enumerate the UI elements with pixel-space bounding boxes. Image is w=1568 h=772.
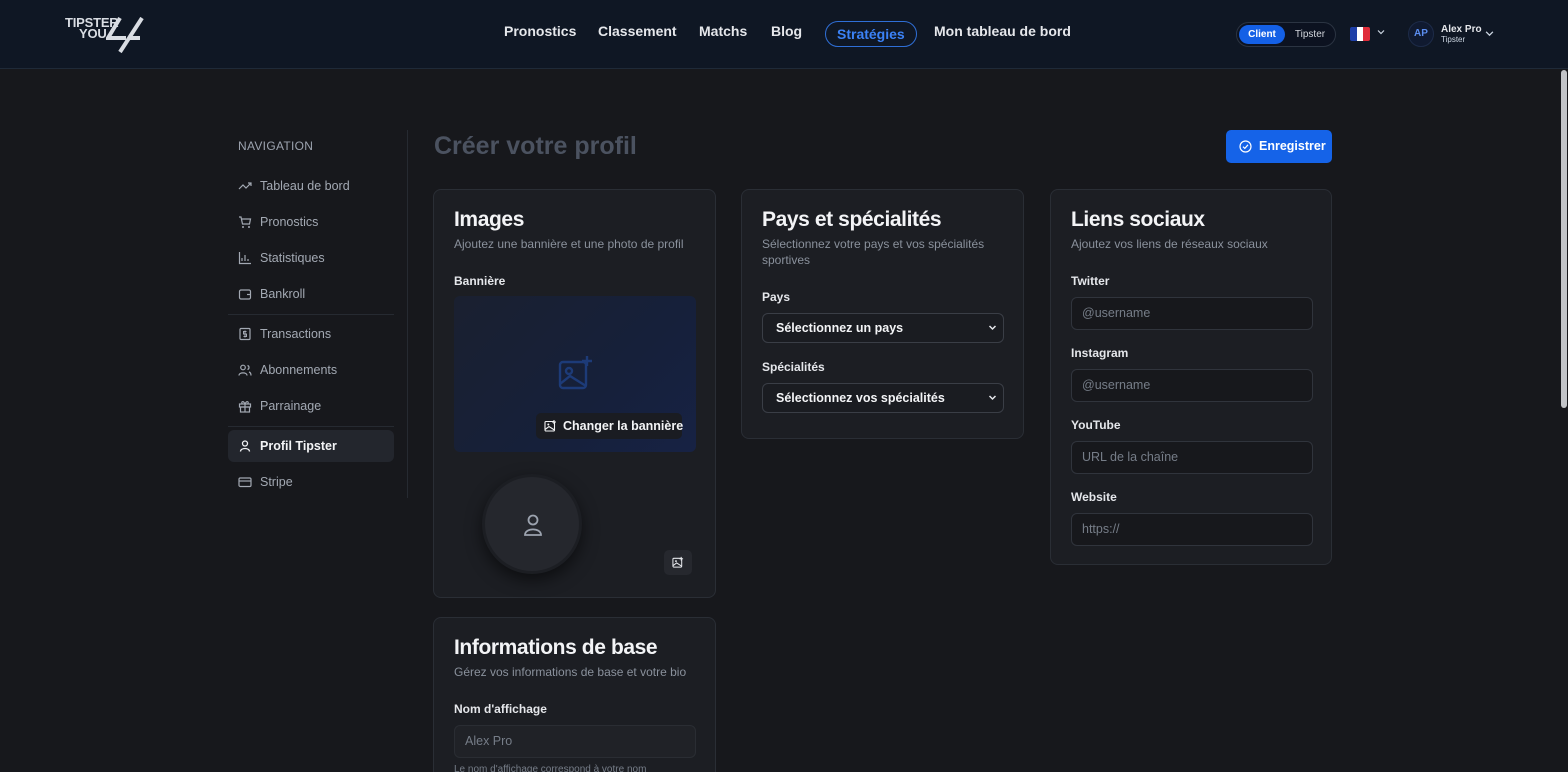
youtube-label: YouTube [1071, 418, 1121, 432]
sidebar-divider [228, 426, 394, 427]
change-banner-button[interactable]: Changer la bannière [536, 413, 684, 439]
chevron-down-icon [988, 314, 997, 353]
wallet-icon [238, 289, 252, 300]
sidebar-item-label: Tableau de bord [260, 179, 350, 193]
twitter-label: Twitter [1071, 274, 1110, 288]
bar-chart-icon [238, 252, 251, 265]
user-name[interactable]: Alex Pro [1441, 25, 1482, 35]
twitter-input[interactable]: @username [1071, 297, 1313, 330]
sidebar-heading: NAVIGATION [238, 139, 314, 153]
card-title: Pays et spécialités [762, 208, 942, 231]
card-icon [238, 477, 252, 488]
instagram-input[interactable]: @username [1071, 369, 1313, 402]
sidebar: NAVIGATION Tableau de bord Pronostics St… [228, 130, 408, 498]
card-title: Informations de base [454, 636, 658, 659]
specialties-select[interactable]: Sélectionnez vos spécialités [762, 383, 1004, 413]
specialties-select-value: Sélectionnez vos spécialités [776, 391, 945, 405]
display-name-help: Le nom d'affichage correspond à votre no… [454, 764, 647, 772]
user-menu-chevron-down-icon[interactable] [1485, 29, 1494, 41]
profile-picture[interactable] [482, 474, 582, 574]
card-subtitle: Gérez vos informations de base et votre … [454, 665, 687, 679]
sidebar-item-profil-tipster[interactable]: Profil Tipster [228, 430, 394, 462]
cart-icon [239, 216, 252, 228]
trending-up-icon [238, 182, 252, 190]
image-plus-icon [558, 356, 592, 390]
basic-info-card: Informations de base Gérez vos informati… [433, 617, 716, 772]
nav-link-pronostics[interactable]: Pronostics [504, 22, 576, 40]
mode-tipster-option[interactable]: Tipster [1287, 25, 1333, 44]
sidebar-item-transactions[interactable]: Transactions [228, 318, 394, 350]
banner-label: Bannière [454, 274, 506, 288]
logo-text-line2: YOU [79, 26, 107, 41]
website-input[interactable]: https:// [1071, 513, 1313, 546]
fr-flag-icon[interactable] [1350, 27, 1370, 41]
mode-client-option[interactable]: Client [1239, 25, 1285, 44]
card-subtitle: Sélectionnez votre pays et vos spécialit… [762, 237, 985, 267]
social-links-card: Liens sociaux Ajoutez vos liens de résea… [1050, 189, 1332, 565]
change-banner-label: Changer la bannière [563, 419, 684, 433]
country-specialties-card: Pays et spécialités Sélectionnez votre p… [741, 189, 1024, 439]
youtube-input[interactable]: URL de la chaîne [1071, 441, 1313, 474]
card-title: Images [454, 208, 524, 231]
nav-link-matchs[interactable]: Matchs [699, 22, 747, 40]
banner-dropzone[interactable]: Changer la bannière [454, 296, 696, 452]
image-edit-icon [672, 556, 684, 568]
receipt-icon [239, 327, 251, 341]
save-button[interactable]: Enregistrer [1226, 130, 1332, 163]
user-role: Tipster [1441, 35, 1466, 44]
country-select[interactable]: Sélectionnez un pays [762, 313, 1004, 343]
user-placeholder-icon [524, 514, 542, 536]
save-button-label: Enregistrer [1259, 139, 1326, 153]
page-title: Créer votre profil [434, 132, 637, 160]
tipster-you-logo[interactable]: TIPSTER YOU [64, 14, 148, 54]
specialties-label: Spécialités [762, 360, 825, 374]
check-circle-icon [1239, 140, 1252, 153]
card-subtitle: Ajoutez une bannière et une photo de pro… [454, 237, 684, 251]
country-label: Pays [762, 290, 791, 304]
sidebar-item-abonnements[interactable]: Abonnements [228, 354, 394, 386]
sidebar-item-tableau-de-bord[interactable]: Tableau de bord [228, 170, 394, 202]
sidebar-divider [228, 314, 394, 315]
mode-toggle: Client Tipster [1236, 22, 1336, 47]
sidebar-item-bankroll[interactable]: Bankroll [228, 278, 394, 310]
top-navbar: TIPSTER YOU Pronostics Classement Matchs… [0, 0, 1568, 69]
display-name-label: Nom d'affichage [454, 702, 547, 716]
sidebar-item-stripe[interactable]: Stripe [228, 466, 394, 498]
sidebar-item-label: Stripe [260, 475, 293, 489]
sidebar-item-label: Statistiques [260, 251, 325, 265]
sidebar-item-parrainage[interactable]: Parrainage [228, 390, 394, 422]
card-subtitle: Ajoutez vos liens de réseaux sociaux [1071, 237, 1268, 251]
language-chevron-down-icon[interactable] [1377, 28, 1385, 39]
user-avatar[interactable]: AP [1408, 21, 1434, 47]
nav-link-blog[interactable]: Blog [771, 22, 802, 40]
change-profile-picture-button[interactable] [664, 550, 692, 575]
chevron-down-icon [988, 384, 997, 423]
nav-link-dashboard[interactable]: Mon tableau de bord [934, 22, 1071, 40]
sidebar-item-pronostics[interactable]: Pronostics [228, 206, 394, 238]
user-icon [239, 440, 251, 452]
sidebar-item-statistiques[interactable]: Statistiques [228, 242, 394, 274]
users-icon [238, 364, 252, 376]
sidebar-item-label: Profil Tipster [260, 439, 337, 453]
country-select-value: Sélectionnez un pays [776, 321, 904, 335]
sidebar-item-label: Abonnements [260, 363, 338, 377]
sidebar-item-label: Bankroll [260, 287, 306, 301]
instagram-label: Instagram [1071, 346, 1129, 360]
image-edit-icon [544, 420, 556, 432]
display-name-input[interactable]: Alex Pro [454, 725, 696, 758]
scrollbar-thumb[interactable] [1561, 70, 1567, 408]
sidebar-item-label: Transactions [260, 327, 332, 341]
nav-link-classement[interactable]: Classement [598, 22, 677, 40]
website-label: Website [1071, 490, 1117, 504]
sidebar-item-label: Parrainage [260, 399, 322, 413]
logo-mark-icon [106, 16, 144, 54]
nav-link-strategies[interactable]: Stratégies [825, 21, 917, 47]
sidebar-item-label: Pronostics [260, 215, 319, 229]
images-card: Images Ajoutez une bannière et une photo… [433, 189, 716, 598]
card-title: Liens sociaux [1071, 208, 1205, 231]
gift-icon [238, 401, 252, 413]
